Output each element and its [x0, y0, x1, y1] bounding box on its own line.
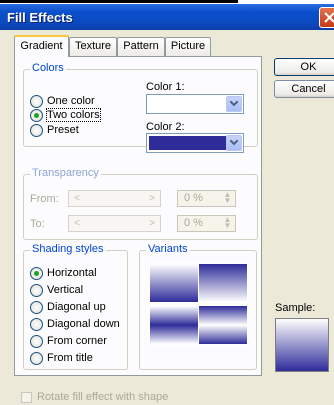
radio-from-corner[interactable]: From corner — [30, 334, 107, 348]
color2-swatch — [149, 136, 226, 150]
radio-button-selected — [30, 108, 43, 122]
radio-two-colors[interactable]: Two colors — [30, 108, 101, 122]
title-bar[interactable]: Fill Effects — [0, 4, 334, 30]
color1-swatch — [149, 97, 226, 111]
radio-button — [30, 123, 43, 137]
rotate-label: Rotate fill effect with shape — [37, 391, 169, 403]
close-icon — [324, 12, 334, 23]
ok-button[interactable]: OK — [274, 58, 334, 76]
colors-group: Colors One color Two colors Preset Color… — [23, 62, 258, 153]
from-spinner[interactable]: 0 % ▲ ▼ — [177, 190, 236, 207]
tab-gradient[interactable]: Gradient — [14, 35, 69, 57]
to-spinner[interactable]: 0 % ▲ ▼ — [177, 215, 236, 232]
radio-button — [30, 94, 43, 108]
transparency-group-title: Transparency — [30, 167, 101, 179]
to-slider[interactable]: < > — [68, 215, 161, 232]
radio-from-title[interactable]: From title — [30, 351, 93, 365]
variants-group: Variants — [139, 243, 257, 370]
shading-styles-group: Shading styles Horizontal Vertical Diago… — [23, 243, 128, 370]
cancel-button[interactable]: Cancel — [274, 80, 334, 98]
color2-dropdown[interactable] — [146, 133, 244, 153]
colors-group-title: Colors — [30, 62, 66, 74]
tab-texture[interactable]: Texture — [69, 37, 117, 56]
from-label: From: — [30, 193, 59, 205]
from-slider[interactable]: < > — [68, 190, 161, 207]
radio-preset[interactable]: Preset — [30, 123, 79, 137]
radio-horizontal[interactable]: Horizontal — [30, 266, 97, 280]
close-button[interactable] — [319, 7, 334, 28]
radio-diagonal-down[interactable]: Diagonal down — [30, 317, 120, 331]
variants-title: Variants — [146, 243, 190, 255]
color1-label: Color 1: — [146, 81, 185, 93]
transparency-group: Transparency From: < > 0 % ▲ ▼ To: < > 0 % ▲ ▼ — [23, 167, 258, 240]
chevron-down-icon[interactable] — [226, 96, 242, 112]
shading-styles-title: Shading styles — [30, 243, 106, 255]
variant-2[interactable] — [198, 263, 248, 303]
sample-preview — [275, 318, 329, 372]
to-label: To: — [30, 218, 45, 230]
variant-3[interactable] — [149, 305, 199, 345]
variant-1[interactable] — [149, 263, 199, 303]
sample-label: Sample: — [275, 302, 316, 314]
dialog-title: Fill Effects — [7, 10, 73, 25]
rotate-checkbox[interactable] — [21, 392, 32, 403]
variant-4[interactable] — [198, 305, 248, 345]
radio-one-color[interactable]: One color — [30, 94, 95, 108]
gradient-tab-panel: Colors One color Two colors Preset Color… — [14, 56, 262, 376]
radio-vertical[interactable]: Vertical — [30, 283, 83, 297]
fill-effects-dialog: Fill Effects Gradient Texture Pattern Pi… — [0, 0, 334, 405]
color2-label: Color 2: — [146, 121, 185, 133]
radio-diagonal-up[interactable]: Diagonal up — [30, 300, 106, 314]
chevron-down-icon[interactable] — [226, 135, 242, 151]
color1-dropdown[interactable] — [146, 94, 244, 114]
tab-picture[interactable]: Picture — [165, 37, 211, 56]
tab-pattern[interactable]: Pattern — [117, 37, 165, 56]
